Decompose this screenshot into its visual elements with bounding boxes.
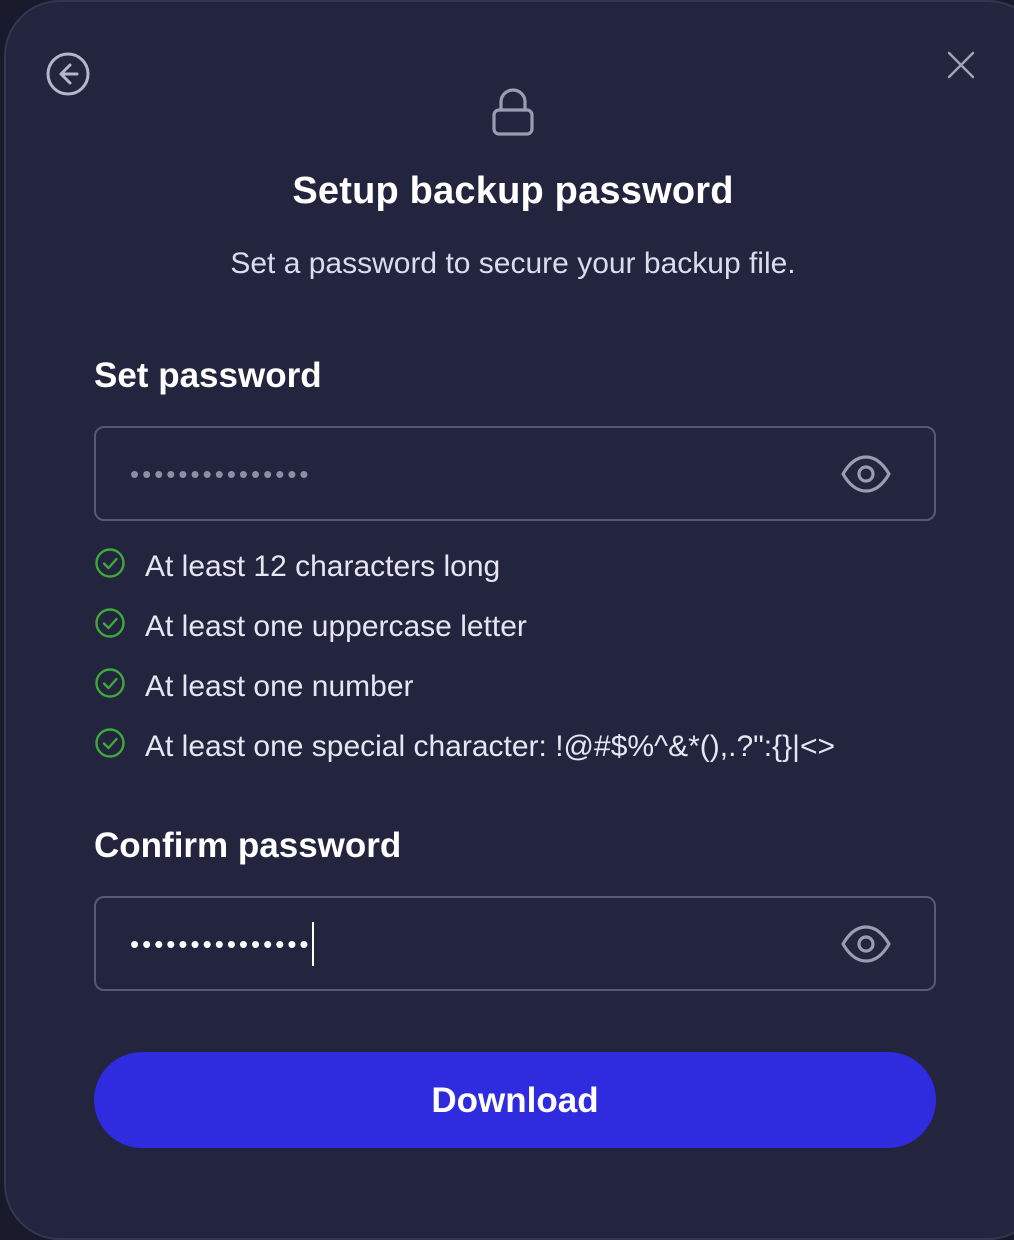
lock-icon [492, 88, 534, 136]
back-arrow-circle-icon [46, 52, 90, 96]
back-button[interactable] [44, 50, 92, 98]
confirm-password-dots: ••••••••••••••• [130, 929, 312, 959]
confirm-password-field[interactable]: ••••••••••••••• [94, 896, 936, 991]
set-password-value: ••••••••••••••• [130, 459, 312, 489]
requirement-item: At least one number [94, 667, 414, 707]
requirement-item: At least one special character: !@#$%^&*… [94, 727, 835, 767]
set-password-label: Set password [94, 356, 322, 395]
dialog-subtitle: Set a password to secure your backup fil… [230, 247, 796, 280]
backup-password-dialog: Setup backup password Set a password to … [4, 0, 1014, 1240]
check-circle-icon [95, 608, 125, 638]
text-cursor [311, 922, 314, 967]
confirm-password-label: Confirm password [94, 826, 402, 865]
requirement-text: At least one special character: !@#$%^&*… [145, 730, 835, 763]
set-password-field[interactable]: ••••••••••••••• [94, 426, 936, 521]
requirement-text: At least 12 characters long [145, 550, 501, 583]
download-button[interactable]: Download [94, 1052, 936, 1148]
eye-icon[interactable] [840, 924, 892, 964]
check-circle-icon [95, 728, 125, 758]
confirm-password-value: ••••••••••••••• [130, 922, 314, 968]
requirement-item: At least one uppercase letter [94, 607, 527, 647]
eye-icon[interactable] [840, 454, 892, 494]
check-circle-icon [95, 668, 125, 698]
check-circle-icon [95, 548, 125, 578]
requirement-text: At least one number [145, 670, 414, 703]
dialog-title: Setup backup password [292, 170, 734, 212]
requirement-text: At least one uppercase letter [145, 610, 527, 643]
close-icon [947, 51, 975, 79]
close-button[interactable] [944, 48, 978, 82]
requirement-item: At least 12 characters long [94, 547, 500, 587]
